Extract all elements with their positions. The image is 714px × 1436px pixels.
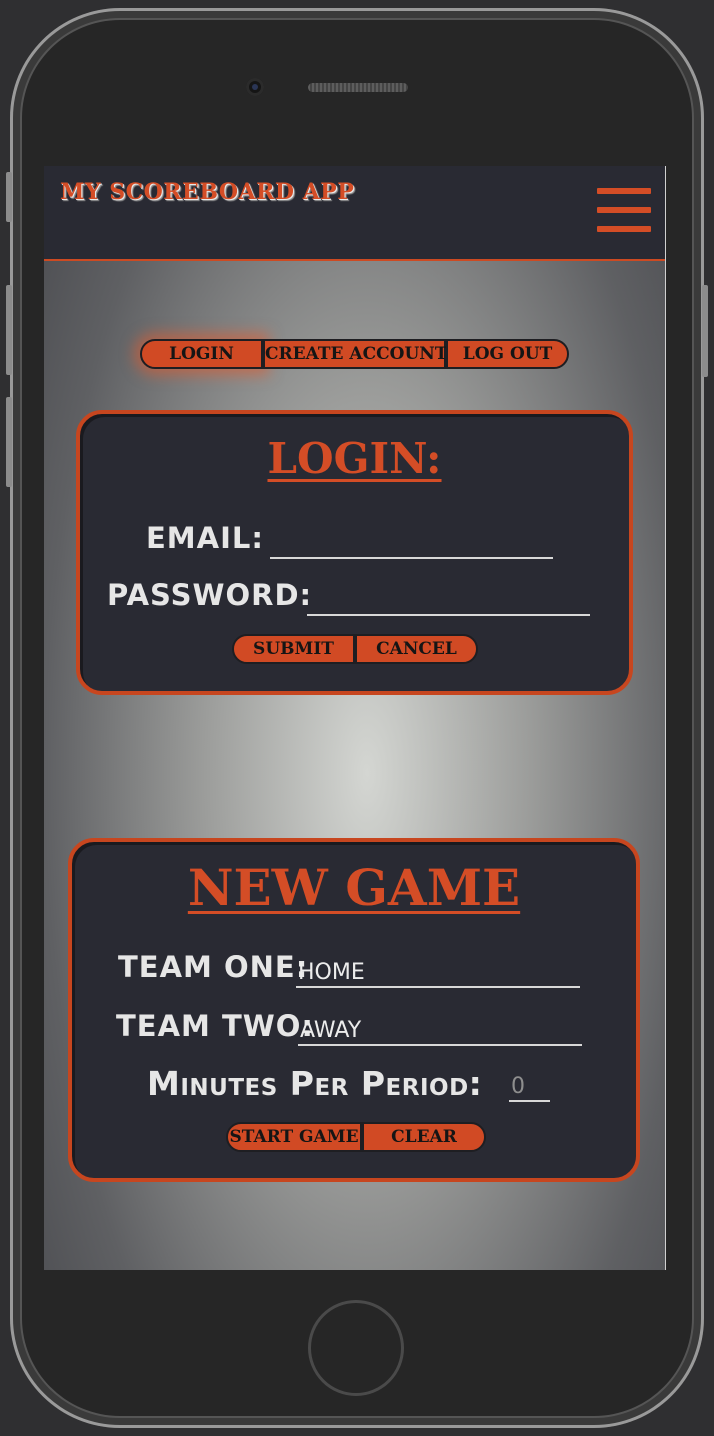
team-one-field[interactable] (296, 958, 580, 988)
team-two-field[interactable] (298, 1016, 582, 1046)
app-screen: MY SCOREBOARD APP LOGIN CREATE ACCOUNT L… (44, 166, 666, 1270)
clear-button[interactable]: CLEAR (362, 1122, 486, 1152)
minutes-per-period-field[interactable] (509, 1072, 550, 1102)
minutes-per-period-label: Minutes Per Period: (147, 1064, 483, 1103)
password-label: PASSWORD: (107, 578, 313, 612)
new-game-card: NEW GAME TEAM ONE: TEAM TWO: Minutes Per… (68, 838, 640, 1182)
volume-down-button (6, 397, 12, 487)
volume-up-button (6, 285, 12, 375)
earpiece-speaker (308, 83, 408, 92)
login-card: LOGIN: EMAIL: PASSWORD: SUBMIT CANCEL (76, 410, 633, 695)
login-nav-button[interactable]: LOGIN (140, 339, 263, 369)
email-label: EMAIL: (146, 521, 264, 555)
email-field[interactable] (270, 529, 553, 559)
team-one-label: TEAM ONE: (118, 950, 309, 984)
cancel-button[interactable]: CANCEL (355, 634, 478, 664)
create-account-button[interactable]: CREATE ACCOUNT (263, 339, 447, 369)
power-button (702, 285, 708, 377)
front-camera (246, 78, 264, 96)
log-out-button[interactable]: LOG OUT (446, 339, 569, 369)
login-title: LOGIN: (267, 434, 442, 483)
team-two-label: TEAM TWO: (116, 1009, 315, 1043)
new-game-title: NEW GAME (187, 858, 521, 917)
hamburger-menu-icon[interactable] (597, 188, 651, 232)
app-header: MY SCOREBOARD APP (44, 166, 665, 261)
home-button[interactable] (308, 1300, 404, 1396)
app-title: MY SCOREBOARD APP (60, 179, 355, 205)
password-field[interactable] (307, 586, 590, 616)
submit-button[interactable]: SUBMIT (232, 634, 355, 664)
start-game-button[interactable]: START GAME (226, 1122, 362, 1152)
mute-switch (6, 172, 12, 222)
